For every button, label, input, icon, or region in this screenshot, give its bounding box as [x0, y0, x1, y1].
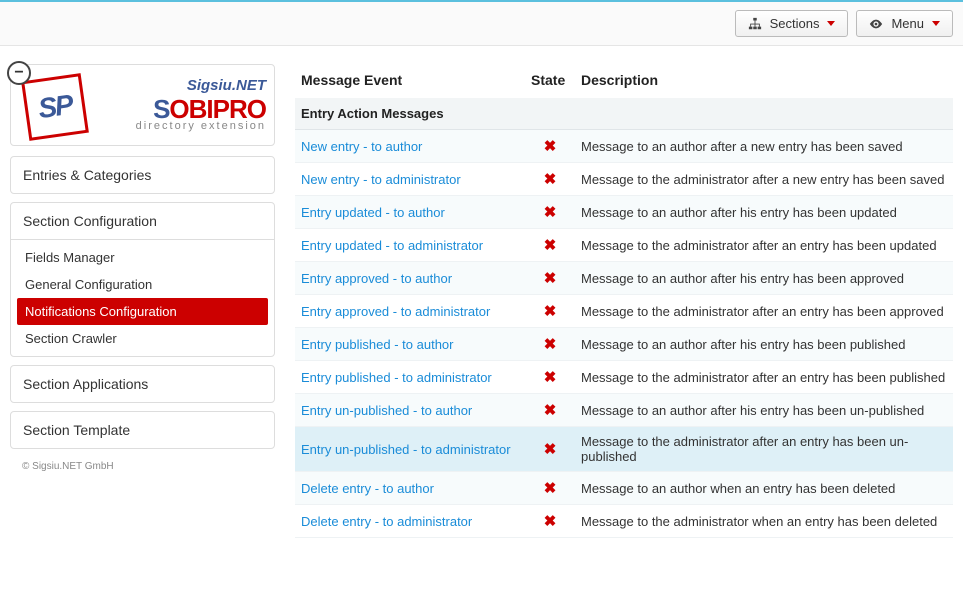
logo: SP Sigsiu.NET SOBIPRO directory extensio…	[19, 71, 266, 137]
message-event-link[interactable]: Entry published - to administrator	[301, 370, 492, 385]
table-row: Entry published - to author ✖ Message to a…	[295, 328, 953, 361]
logo-box: − SP Sigsiu.NET SOBIPRO directory extens…	[10, 64, 275, 146]
sidebar-item-label: Section Template	[11, 412, 274, 448]
table-group-row: Entry Action Messages	[295, 98, 953, 130]
table-row: Entry approved - to administrator ✖ Messag…	[295, 295, 953, 328]
table-row: Entry approved - to author ✖ Message to an…	[295, 262, 953, 295]
sidebar-section-applications[interactable]: Section Applications	[10, 365, 275, 403]
main-container: − SP Sigsiu.NET SOBIPRO directory extens…	[0, 46, 963, 548]
logo-tagline: directory extension	[91, 120, 266, 132]
table-row: Entry un-published - to author ✖ Message t…	[295, 394, 953, 427]
sidebar-item-general-configuration[interactable]: General Configuration	[11, 271, 274, 298]
table-row: Entry published - to administrator ✖ Messa…	[295, 361, 953, 394]
message-description: Message to the administrator after an en…	[575, 361, 953, 394]
table-row: Entry updated - to administrator ✖ Message…	[295, 229, 953, 262]
sections-label: Sections	[770, 16, 820, 31]
message-description: Message to an author after his entry has…	[575, 328, 953, 361]
sidebar-item-section-crawler[interactable]: Section Crawler	[11, 325, 274, 352]
footer-copyright: © Sigsiu.NET GmbH	[10, 457, 275, 476]
message-event-link[interactable]: New entry - to administrator	[301, 172, 461, 187]
sidebar-item-label: Entries & Categories	[11, 157, 274, 193]
state-toggle-x-icon[interactable]: ✖	[544, 440, 557, 458]
table-row: New entry - to administrator ✖ Message to …	[295, 163, 953, 196]
eye-icon	[869, 17, 883, 31]
col-header-description: Description	[575, 64, 953, 98]
message-event-link[interactable]: Delete entry - to administrator	[301, 514, 472, 529]
table-row: Delete entry - to administrator ✖ Message …	[295, 505, 953, 538]
message-description: Message to the administrator when an ent…	[575, 505, 953, 538]
message-event-link[interactable]: New entry - to author	[301, 139, 422, 154]
message-description: Message to the administrator after an en…	[575, 295, 953, 328]
sidebar-section-template[interactable]: Section Template	[10, 411, 275, 449]
message-event-link[interactable]: Entry approved - to administrator	[301, 304, 490, 319]
messages-table: Message Event State Description Entry Ac…	[295, 64, 953, 538]
topbar: Sections Menu	[0, 0, 963, 46]
message-event-link[interactable]: Entry published - to author	[301, 337, 453, 352]
state-toggle-x-icon[interactable]: ✖	[544, 269, 557, 287]
state-toggle-x-icon[interactable]: ✖	[544, 401, 557, 419]
sidebar-section-configuration: Section Configuration Fields Manager Gen…	[10, 202, 275, 357]
message-description: Message to an author after his entry has…	[575, 196, 953, 229]
sidebar-entries-categories[interactable]: Entries & Categories	[10, 156, 275, 194]
state-toggle-x-icon[interactable]: ✖	[544, 203, 557, 221]
sidebar-section-config-head[interactable]: Section Configuration	[11, 203, 274, 240]
logo-square-icon: SP	[21, 73, 89, 141]
caret-down-icon	[932, 21, 940, 26]
logo-sp: SP	[36, 89, 73, 125]
state-toggle-x-icon[interactable]: ✖	[544, 236, 557, 254]
message-description: Message to the administrator after an en…	[575, 229, 953, 262]
caret-down-icon	[827, 21, 835, 26]
state-toggle-x-icon[interactable]: ✖	[544, 302, 557, 320]
state-toggle-x-icon[interactable]: ✖	[544, 170, 557, 188]
state-toggle-x-icon[interactable]: ✖	[544, 512, 557, 530]
message-description: Message to the administrator after an en…	[575, 427, 953, 472]
logo-brand: SOBIPRO	[91, 96, 266, 122]
collapse-button[interactable]: −	[7, 61, 31, 85]
sidebar-item-label: Section Applications	[11, 366, 274, 402]
state-toggle-x-icon[interactable]: ✖	[544, 479, 557, 497]
state-toggle-x-icon[interactable]: ✖	[544, 137, 557, 155]
sidebar-sub-items: Fields Manager General Configuration Not…	[11, 240, 274, 356]
logo-text: Sigsiu.NET SOBIPRO directory extension	[91, 77, 266, 132]
state-toggle-x-icon[interactable]: ✖	[544, 368, 557, 386]
main-content: Message Event State Description Entry Ac…	[295, 64, 953, 538]
col-header-state: State	[525, 64, 575, 98]
message-event-link[interactable]: Delete entry - to author	[301, 481, 434, 496]
logo-sigsiu: Sigsiu.NET	[91, 77, 266, 94]
message-description: Message to an author when an entry has b…	[575, 472, 953, 505]
message-description: Message to an author after his entry has…	[575, 394, 953, 427]
message-description: Message to the administrator after a new…	[575, 163, 953, 196]
group-label: Entry Action Messages	[295, 98, 953, 130]
table-row: Entry un-published - to administrator ✖ Me…	[295, 427, 953, 472]
table-row: Entry updated - to author ✖ Message to an …	[295, 196, 953, 229]
message-description: Message to an author after his entry has…	[575, 262, 953, 295]
message-event-link[interactable]: Entry updated - to author	[301, 205, 445, 220]
sidebar: − SP Sigsiu.NET SOBIPRO directory extens…	[10, 64, 275, 476]
message-event-link[interactable]: Entry updated - to administrator	[301, 238, 483, 253]
table-row: Delete entry - to author ✖ Message to an a…	[295, 472, 953, 505]
sections-dropdown[interactable]: Sections	[735, 10, 849, 37]
message-description: Message to an author after a new entry h…	[575, 130, 953, 163]
sitemap-icon	[748, 17, 762, 31]
message-event-link[interactable]: Entry un-published - to author	[301, 403, 472, 418]
sidebar-item-fields-manager[interactable]: Fields Manager	[11, 244, 274, 271]
menu-label: Menu	[891, 16, 924, 31]
col-header-event: Message Event	[295, 64, 525, 98]
message-event-link[interactable]: Entry approved - to author	[301, 271, 452, 286]
table-row: New entry - to author ✖ Message to an auth…	[295, 130, 953, 163]
menu-dropdown[interactable]: Menu	[856, 10, 953, 37]
message-event-link[interactable]: Entry un-published - to administrator	[301, 442, 511, 457]
sidebar-item-notifications-configuration[interactable]: Notifications Configuration	[17, 298, 268, 325]
state-toggle-x-icon[interactable]: ✖	[544, 335, 557, 353]
